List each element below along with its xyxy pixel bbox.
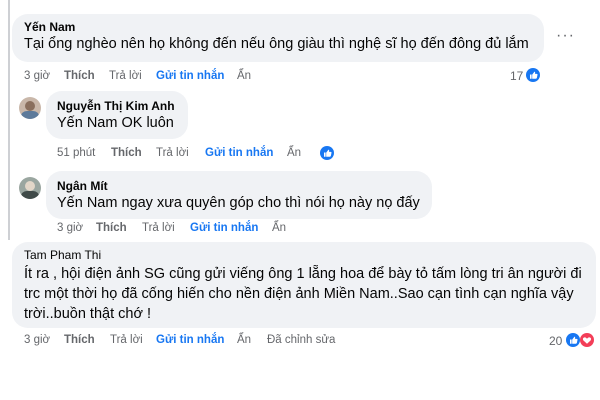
reply-button[interactable]: Trả lời — [110, 334, 143, 346]
comment-author[interactable]: Yến Nam — [24, 20, 75, 34]
avatar[interactable] — [19, 177, 41, 199]
comment-actions: 3 giờ Thích Trả lời Gửi tin nhắn Ẩn Đã c… — [24, 334, 384, 350]
comment-text: Yến Nam OK luôn — [57, 112, 174, 134]
like-button[interactable]: Thích — [96, 222, 127, 234]
more-options-icon[interactable]: ··· — [556, 27, 575, 45]
send-message-button[interactable]: Gửi tin nhắn — [205, 147, 273, 159]
comment-actions: 3 giờ Thích Trả lời Gửi tin nhắn Ẩn — [24, 70, 584, 86]
reply-button[interactable]: Trả lời — [109, 70, 142, 82]
comment-time[interactable]: 51 phút — [57, 147, 95, 159]
comment-text-body: ngay xưa quyên góp cho thì nói họ này nọ… — [117, 195, 420, 211]
send-message-button[interactable]: Gửi tin nhắn — [156, 334, 224, 346]
like-icon — [526, 68, 540, 82]
hide-button[interactable]: Ẩn — [272, 222, 286, 234]
reply-button[interactable]: Trả lời — [156, 147, 189, 159]
like-icon[interactable] — [320, 146, 334, 160]
edited-label: Đã chỉnh sửa — [267, 334, 336, 346]
comment-text-line: trời..buồn thật chớ ! — [24, 306, 152, 322]
comment-text-line: Ít ra , hội điện ảnh SG cũng gửi viếng ô… — [24, 266, 582, 282]
thread-line — [8, 0, 10, 240]
comment-text: Tại ổng nghèo nên họ không đến nếu ông g… — [24, 36, 529, 52]
like-button[interactable]: Thích — [64, 334, 95, 346]
comment-author[interactable]: Ngân Mít — [57, 179, 108, 193]
reaction-count[interactable]: 20 — [549, 334, 562, 348]
comment-actions: 51 phút Thích Trả lời Gửi tin nhắn Ẩn — [57, 147, 357, 163]
like-icon — [566, 333, 580, 347]
hide-button[interactable]: Ẩn — [237, 334, 251, 346]
hide-button[interactable]: Ẩn — [237, 70, 251, 82]
comment-time[interactable]: 3 giờ — [57, 222, 83, 234]
avatar[interactable] — [19, 97, 41, 119]
comment-text-line: trc một thời họ đã cống hiến cho nền điệ… — [24, 286, 574, 302]
hide-button[interactable]: Ẩn — [287, 147, 301, 159]
comment-text: Yến Nam ngay xưa quyên góp cho thì nói h… — [57, 192, 420, 214]
like-button[interactable]: Thích — [111, 147, 142, 159]
reaction-count[interactable]: 17 — [510, 69, 523, 83]
comment-text-body: OK luôn — [117, 115, 174, 131]
send-message-button[interactable]: Gửi tin nhắn — [190, 222, 258, 234]
comment-author[interactable]: Tam Pham Thi — [24, 248, 101, 262]
comment-time[interactable]: 3 giờ — [24, 334, 50, 346]
like-button[interactable]: Thích — [64, 70, 95, 82]
comment-author[interactable]: Nguyễn Thị Kim Anh — [57, 99, 175, 113]
heart-icon — [580, 333, 594, 347]
comment-time[interactable]: 3 giờ — [24, 70, 50, 82]
reply-button[interactable]: Trả lời — [142, 222, 175, 234]
send-message-button[interactable]: Gửi tin nhắn — [156, 70, 224, 82]
comment-actions: 3 giờ Thích Trả lời Gửi tin nhắn Ẩn — [57, 222, 357, 238]
mention-tag[interactable]: Yến Nam — [57, 115, 117, 131]
mention-tag[interactable]: Yến Nam — [57, 195, 117, 211]
